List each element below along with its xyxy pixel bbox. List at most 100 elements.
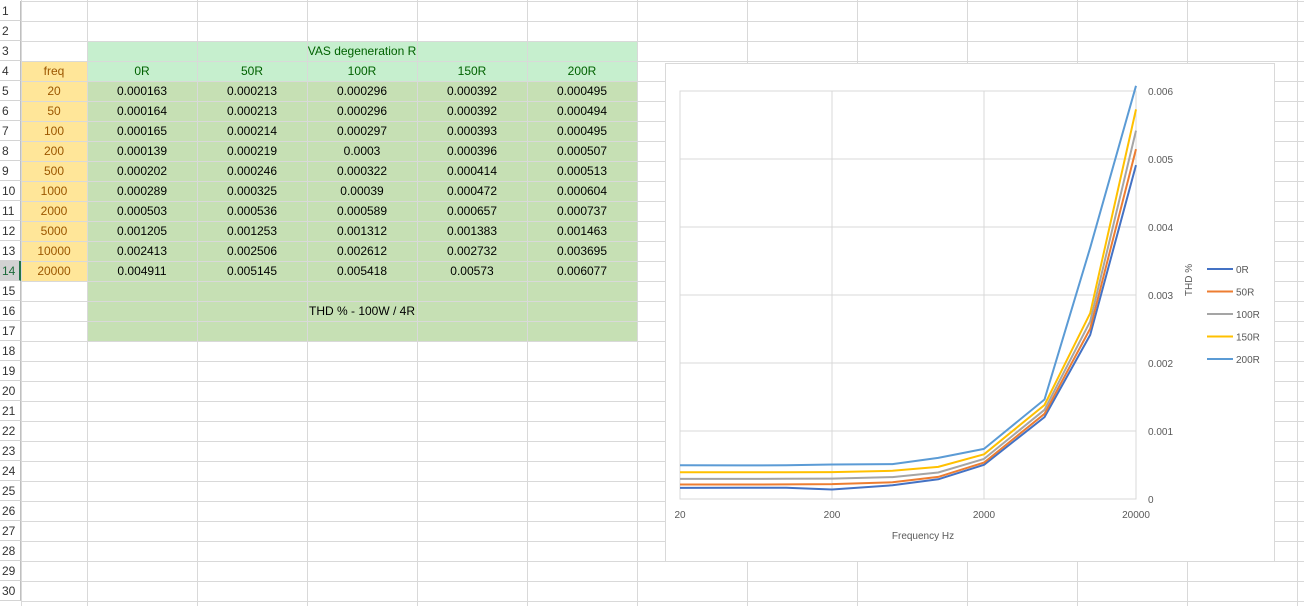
series-line-100r [680, 130, 1137, 480]
row-header[interactable]: 12 [0, 221, 21, 241]
row-header[interactable]: 17 [0, 321, 21, 341]
row-header[interactable]: 30 [0, 581, 21, 601]
row-header[interactable]: 11 [0, 201, 21, 221]
row-header[interactable]: 25 [0, 481, 21, 501]
row-header[interactable]: 1 [0, 1, 21, 21]
row-header[interactable]: 19 [0, 361, 21, 381]
thd-value-cell[interactable]: 0.000296 [307, 101, 417, 121]
thd-value-cell[interactable]: 0.000503 [87, 201, 197, 221]
freq-cell[interactable]: 200 [21, 141, 87, 161]
freq-cell[interactable]: 500 [21, 161, 87, 181]
row-header[interactable]: 5 [0, 81, 21, 101]
thd-value-cell[interactable]: 0.000289 [87, 181, 197, 201]
thd-line-chart[interactable]: 0 0.001 0.002 0.003 0.004 0.005 0.006 20 200 2000… [665, 63, 1275, 562]
thd-value-cell[interactable]: 0.000589 [307, 201, 417, 221]
thd-value-cell[interactable]: 0.001463 [527, 221, 637, 241]
row-header[interactable]: 7 [0, 121, 21, 141]
thd-value-cell[interactable]: 0.000322 [307, 161, 417, 181]
column-header-50r[interactable]: 50R [197, 61, 307, 81]
row-header[interactable]: 6 [0, 101, 21, 121]
thd-value-cell[interactable]: 0.001253 [197, 221, 307, 241]
thd-value-cell[interactable]: 0.00573 [417, 261, 527, 281]
row-header[interactable]: 22 [0, 421, 21, 441]
thd-value-cell[interactable]: 0.002612 [307, 241, 417, 261]
freq-cell[interactable]: 1000 [21, 181, 87, 201]
row-header[interactable]: 4 [0, 61, 21, 81]
thd-value-cell[interactable]: 0.000392 [417, 101, 527, 121]
row-header[interactable]: 8 [0, 141, 21, 161]
column-header-0r[interactable]: 0R [87, 61, 197, 81]
thd-value-cell[interactable]: 0.000494 [527, 101, 637, 121]
row-header[interactable]: 15 [0, 281, 21, 301]
thd-value-cell[interactable]: 0.002413 [87, 241, 197, 261]
freq-cell[interactable]: 10000 [21, 241, 87, 261]
thd-value-cell[interactable]: 0.000246 [197, 161, 307, 181]
thd-value-cell[interactable]: 0.000393 [417, 121, 527, 141]
thd-value-cell[interactable]: 0.000536 [197, 201, 307, 221]
thd-value-cell[interactable]: 0.000495 [527, 81, 637, 101]
row-header[interactable]: 13 [0, 241, 21, 261]
row-header[interactable]: 21 [0, 401, 21, 421]
row-header[interactable]: 2 [0, 21, 21, 41]
thd-value-cell[interactable]: 0.000214 [197, 121, 307, 141]
thd-value-cell[interactable]: 0.0003 [307, 141, 417, 161]
table-caption[interactable]: THD % - 100W / 4R [87, 301, 637, 321]
thd-value-cell[interactable]: 0.000164 [87, 101, 197, 121]
thd-value-cell[interactable]: 0.000325 [197, 181, 307, 201]
row-header[interactable]: 14 [0, 261, 21, 281]
thd-value-cell[interactable]: 0.000296 [307, 81, 417, 101]
row-header[interactable]: 29 [0, 561, 21, 581]
thd-value-cell[interactable]: 0.001205 [87, 221, 197, 241]
thd-value-cell[interactable]: 0.005418 [307, 261, 417, 281]
row-header[interactable]: 27 [0, 521, 21, 541]
thd-value-cell[interactable]: 0.000472 [417, 181, 527, 201]
row-header[interactable]: 3 [0, 41, 21, 61]
freq-cell[interactable]: 20 [21, 81, 87, 101]
row-header[interactable]: 28 [0, 541, 21, 561]
thd-value-cell[interactable]: 0.000604 [527, 181, 637, 201]
thd-value-cell[interactable]: 0.000163 [87, 81, 197, 101]
thd-value-cell[interactable]: 0.001383 [417, 221, 527, 241]
row-header[interactable]: 16 [0, 301, 21, 321]
thd-value-cell[interactable]: 0.000202 [87, 161, 197, 181]
thd-value-cell[interactable]: 0.002506 [197, 241, 307, 261]
thd-value-cell[interactable]: 0.00039 [307, 181, 417, 201]
thd-value-cell[interactable]: 0.000165 [87, 121, 197, 141]
row-header[interactable]: 24 [0, 461, 21, 481]
thd-value-cell[interactable]: 0.002732 [417, 241, 527, 261]
thd-value-cell[interactable]: 0.000513 [527, 161, 637, 181]
vas-degeneration-header[interactable]: VAS degeneration R [87, 41, 637, 61]
thd-value-cell[interactable]: 0.000507 [527, 141, 637, 161]
thd-value-cell[interactable]: 0.000396 [417, 141, 527, 161]
freq-cell[interactable]: 50 [21, 101, 87, 121]
row-header[interactable]: 20 [0, 381, 21, 401]
column-header-200r[interactable]: 200R [527, 61, 637, 81]
freq-cell[interactable]: 2000 [21, 201, 87, 221]
thd-value-cell[interactable]: 0.006077 [527, 261, 637, 281]
thd-value-cell[interactable]: 0.001312 [307, 221, 417, 241]
column-header-150r[interactable]: 150R [417, 61, 527, 81]
freq-cell[interactable]: 20000 [21, 261, 87, 281]
thd-value-cell[interactable]: 0.000657 [417, 201, 527, 221]
row-header[interactable]: 26 [0, 501, 21, 521]
row-header[interactable]: 23 [0, 441, 21, 461]
freq-cell[interactable]: 100 [21, 121, 87, 141]
thd-value-cell[interactable]: 0.000495 [527, 121, 637, 141]
freq-cell[interactable]: 5000 [21, 221, 87, 241]
thd-value-cell[interactable]: 0.005145 [197, 261, 307, 281]
thd-value-cell[interactable]: 0.003695 [527, 241, 637, 261]
thd-value-cell[interactable]: 0.000392 [417, 81, 527, 101]
thd-value-cell[interactable]: 0.000213 [197, 81, 307, 101]
freq-header[interactable]: freq [21, 61, 87, 81]
thd-value-cell[interactable]: 0.000219 [197, 141, 307, 161]
thd-value-cell[interactable]: 0.000139 [87, 141, 197, 161]
row-header[interactable]: 10 [0, 181, 21, 201]
thd-value-cell[interactable]: 0.000213 [197, 101, 307, 121]
row-header[interactable]: 18 [0, 341, 21, 361]
thd-value-cell[interactable]: 0.000297 [307, 121, 417, 141]
thd-value-cell[interactable]: 0.004911 [87, 261, 197, 281]
thd-value-cell[interactable]: 0.000414 [417, 161, 527, 181]
thd-value-cell[interactable]: 0.000737 [527, 201, 637, 221]
column-header-100r[interactable]: 100R [307, 61, 417, 81]
row-header[interactable]: 9 [0, 161, 21, 181]
